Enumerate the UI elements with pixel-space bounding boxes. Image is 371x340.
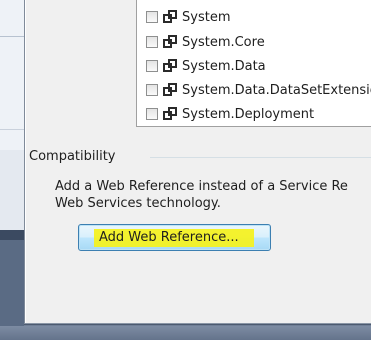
assembly-icon xyxy=(163,10,178,24)
list-item[interactable]: System.Data.DataSetExtensio xyxy=(146,78,371,102)
reference-list[interactable]: System System.Core System.Data System.Da… xyxy=(136,0,371,127)
list-item[interactable]: System.Deployment xyxy=(146,102,314,126)
add-web-reference-label: Add Web Reference... xyxy=(99,230,239,245)
background-window-edge xyxy=(0,0,24,340)
background-divider xyxy=(0,129,24,130)
reference-checkbox[interactable] xyxy=(146,84,158,96)
group-divider xyxy=(150,157,371,158)
assembly-icon xyxy=(163,35,178,49)
reference-label: System.Core xyxy=(182,34,265,50)
reference-label: System.Deployment xyxy=(182,106,315,122)
reference-label: System.Data.DataSetExtensio xyxy=(182,82,371,98)
background-divider xyxy=(0,36,24,37)
description-line: Web Services technology. xyxy=(55,196,221,211)
reference-checkbox[interactable] xyxy=(146,108,158,120)
taskbar-edge xyxy=(0,326,371,340)
assembly-icon xyxy=(163,59,178,73)
reference-checkbox[interactable] xyxy=(146,11,158,23)
assembly-icon xyxy=(163,107,178,121)
list-item[interactable]: System.Core xyxy=(146,30,265,54)
compatibility-group-title: Compatibility xyxy=(29,149,122,164)
compatibility-description: Add a Web Reference instead of a Service… xyxy=(55,178,371,212)
description-line: Add a Web Reference instead of a Service… xyxy=(55,179,348,194)
list-item[interactable]: System xyxy=(146,5,230,29)
reference-label: System xyxy=(182,9,231,25)
add-web-reference-button[interactable]: Add Web Reference... xyxy=(78,224,271,251)
reference-checkbox[interactable] xyxy=(146,60,158,72)
reference-label: System.Data xyxy=(182,58,266,74)
assembly-icon xyxy=(163,83,178,97)
reference-checkbox[interactable] xyxy=(146,36,158,48)
list-item[interactable]: System.Data xyxy=(146,54,266,78)
